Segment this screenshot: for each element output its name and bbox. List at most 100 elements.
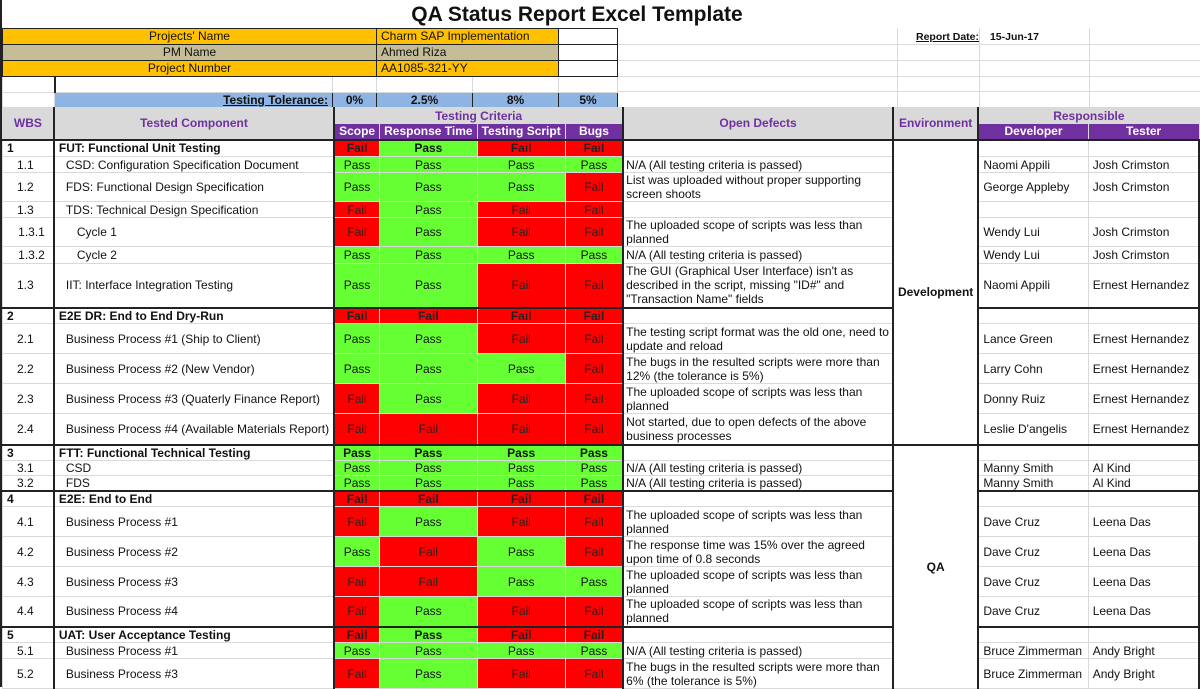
scope-status[interactable]: Fail [333, 413, 381, 445]
component-cell[interactable]: Business Process #1 [52, 642, 335, 659]
tester-cell[interactable] [1087, 306, 1200, 324]
wbs-cell[interactable]: 2.2 [1, 353, 55, 384]
component-cell[interactable]: Business Process #2 [52, 536, 335, 567]
component-cell[interactable]: CSD: Configuration Specification Documen… [52, 156, 335, 173]
scope-status[interactable]: Pass [333, 156, 381, 173]
tester-cell[interactable]: Al Kind [1087, 474, 1200, 491]
bugs-status[interactable]: Fail [564, 201, 624, 218]
wbs-cell[interactable]: 3.1 [1, 459, 55, 476]
scope-status[interactable]: Fail [333, 489, 381, 507]
component-cell[interactable]: Cycle 2 [52, 246, 335, 264]
component-cell[interactable]: UAT: User Acceptance Testing [52, 625, 335, 643]
developer-cell[interactable]: Dave Cruz [977, 566, 1089, 597]
bugs-status[interactable]: Pass [564, 474, 624, 491]
project-name-extra[interactable] [558, 28, 618, 45]
testing-script-status[interactable]: Fail [476, 138, 566, 157]
scope-status[interactable]: Fail [333, 658, 381, 689]
wbs-cell[interactable]: 1.1 [1, 156, 55, 173]
open-defect-cell[interactable] [622, 625, 894, 643]
project-number-extra[interactable] [558, 60, 618, 77]
response-time-status[interactable]: Pass [379, 658, 478, 689]
bugs-status[interactable]: Fail [564, 536, 624, 567]
blank-cell[interactable] [558, 76, 618, 93]
testing-script-status[interactable]: Pass [476, 172, 566, 202]
response-time-status[interactable]: Pass [379, 625, 478, 643]
response-time-status[interactable]: Fail [379, 489, 478, 507]
tester-cell[interactable]: Ernest Hernandez [1087, 263, 1200, 308]
open-defect-cell[interactable]: The testing script format was the old on… [622, 323, 894, 354]
tester-cell[interactable]: Al Kind [1087, 459, 1200, 476]
blank-cell[interactable] [53, 76, 333, 93]
developer-cell[interactable]: Dave Cruz [977, 506, 1089, 537]
component-cell[interactable]: FUT: Functional Unit Testing [52, 138, 335, 157]
tester-cell[interactable]: Ernest Hernandez [1087, 323, 1200, 354]
open-defect-cell[interactable]: N/A (All testing criteria is passed) [622, 246, 894, 264]
wbs-cell[interactable]: 4 [1, 489, 55, 507]
scope-status[interactable]: Pass [333, 323, 381, 354]
wbs-cell[interactable]: 1.3.1 [1, 217, 55, 247]
developer-cell[interactable] [977, 625, 1089, 643]
response-time-status[interactable]: Fail [379, 536, 478, 567]
tester-cell[interactable] [1087, 443, 1200, 461]
tester-cell[interactable]: Leena Das [1087, 536, 1200, 567]
developer-cell[interactable]: George Appleby [977, 172, 1089, 202]
testing-script-status[interactable]: Pass [476, 459, 566, 476]
testing-script-status[interactable]: Pass [476, 353, 566, 384]
environment-cell[interactable]: QA [891, 443, 980, 689]
testing-script-status[interactable]: Fail [476, 625, 566, 643]
testing-script-status[interactable]: Pass [476, 443, 566, 461]
response-time-status[interactable]: Pass [379, 506, 478, 537]
testing-script-status[interactable]: Fail [476, 201, 566, 218]
tester-cell[interactable]: Leena Das [1087, 596, 1200, 627]
project-name-value[interactable]: Charm SAP Implementation [376, 28, 559, 45]
developer-cell[interactable]: Dave Cruz [977, 536, 1089, 567]
bugs-status[interactable]: Fail [564, 383, 624, 414]
bugs-status[interactable]: Fail [564, 353, 624, 384]
open-defect-cell[interactable]: The uploaded scope of scripts was less t… [622, 383, 894, 414]
component-cell[interactable]: TDS: Technical Design Specification [52, 201, 335, 218]
bugs-status[interactable]: Fail [564, 625, 624, 643]
component-cell[interactable]: FDS: Functional Design Specification [52, 172, 335, 202]
blank-cell[interactable] [332, 76, 377, 93]
component-cell[interactable]: Business Process #4 (Available Materials… [52, 413, 335, 445]
component-cell[interactable]: Business Process #3 (Quaterly Finance Re… [52, 383, 335, 414]
open-defect-cell[interactable]: The bugs in the resulted scripts were mo… [622, 353, 894, 384]
wbs-cell[interactable]: 1.3.2 [1, 246, 55, 264]
open-defect-cell[interactable]: List was uploaded without proper support… [622, 172, 894, 202]
open-defect-cell[interactable] [622, 306, 894, 324]
developer-cell[interactable] [977, 306, 1089, 324]
blank-cell[interactable] [472, 76, 559, 93]
wbs-cell[interactable]: 1 [1, 138, 55, 157]
response-time-status[interactable]: Pass [379, 138, 478, 157]
wbs-cell[interactable]: 1.3 [1, 263, 55, 308]
response-time-status[interactable]: Pass [379, 263, 478, 308]
response-time-status[interactable]: Fail [379, 566, 478, 597]
component-cell[interactable]: FDS [52, 474, 335, 491]
component-cell[interactable]: FTT: Functional Technical Testing [52, 443, 335, 461]
scope-status[interactable]: Pass [333, 246, 381, 264]
bugs-status[interactable]: Fail [564, 596, 624, 627]
wbs-cell[interactable]: 2 [1, 306, 55, 324]
testing-script-status[interactable]: Fail [476, 323, 566, 354]
pm-name-value[interactable]: Ahmed Riza [376, 44, 559, 61]
developer-cell[interactable] [977, 201, 1089, 218]
bugs-status[interactable]: Pass [564, 156, 624, 173]
component-cell[interactable]: Cycle 1 [52, 217, 335, 247]
scope-status[interactable]: Fail [333, 566, 381, 597]
scope-status[interactable]: Pass [333, 459, 381, 476]
bugs-status[interactable]: Fail [564, 489, 624, 507]
component-cell[interactable]: Business Process #2 (New Vendor) [52, 353, 335, 384]
testing-script-status[interactable]: Fail [476, 506, 566, 537]
tester-cell[interactable]: Josh Crimston [1087, 172, 1200, 202]
component-cell[interactable]: E2E: End to End [52, 489, 335, 507]
open-defect-cell[interactable]: The GUI (Graphical User Interface) isn't… [622, 263, 894, 308]
bugs-status[interactable]: Pass [564, 443, 624, 461]
open-defect-cell[interactable]: The bugs in the resulted scripts were mo… [622, 658, 894, 689]
bugs-status[interactable]: Fail [564, 506, 624, 537]
testing-script-status[interactable]: Pass [476, 474, 566, 491]
bugs-status[interactable]: Pass [564, 642, 624, 659]
wbs-cell[interactable]: 3 [1, 443, 55, 461]
report-date-value[interactable]: 15-Jun-17 [990, 31, 1039, 43]
tester-cell[interactable] [1087, 489, 1200, 507]
testing-script-status[interactable]: Pass [476, 566, 566, 597]
